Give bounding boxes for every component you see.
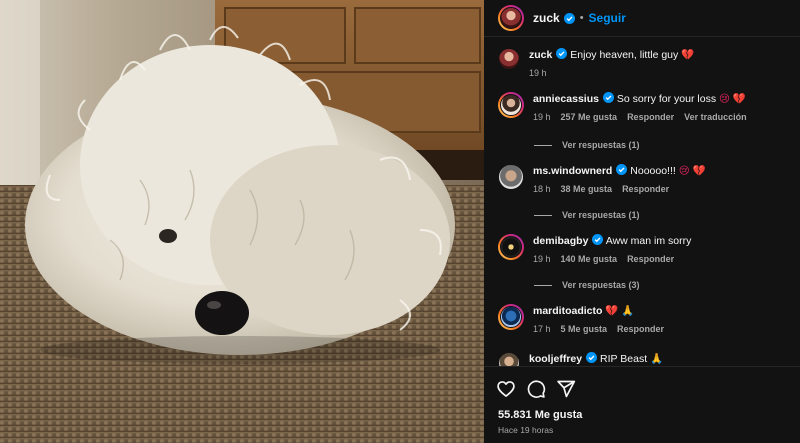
- post-photo[interactable]: [0, 0, 484, 443]
- comment-emoji: 💔 🙏: [605, 305, 635, 317]
- caption-row: zuck Enjoy heaven, little guy 💔 19 h: [498, 48, 794, 78]
- caption-emoji: 💔: [681, 49, 695, 61]
- comment-time: 19 h: [533, 254, 551, 264]
- view-replies-button[interactable]: Ver respuestas (1): [534, 210, 640, 220]
- comment-time: 17 h: [533, 324, 551, 334]
- side-panel: zuck • Seguir zuck Enjoy heaven, little …: [484, 0, 800, 443]
- verified-badge-icon: [616, 164, 628, 175]
- avatar[interactable]: [498, 164, 524, 190]
- comment-username[interactable]: ms.windownerd: [533, 165, 612, 177]
- comment-username[interactable]: kooljeffrey: [529, 353, 582, 365]
- comment-text: RIP Beast: [600, 353, 648, 365]
- reply-button[interactable]: Responder: [627, 254, 674, 264]
- author-username[interactable]: zuck: [533, 11, 560, 25]
- comment-emoji: 😢 💔: [719, 93, 746, 105]
- view-replies-label: Ver respuestas (1): [562, 140, 640, 150]
- separator: •: [579, 12, 584, 24]
- reply-button[interactable]: Responder: [617, 324, 664, 334]
- comment-username[interactable]: marditoadicto: [533, 305, 602, 317]
- verified-badge-icon: [602, 92, 614, 103]
- heart-icon[interactable]: [496, 379, 516, 399]
- view-replies-label: Ver respuestas (1): [562, 210, 640, 220]
- caption-text: Enjoy heaven, little guy: [570, 49, 679, 61]
- reply-button[interactable]: Responder: [622, 184, 669, 194]
- comment-time: 19 h: [533, 112, 551, 122]
- comment-likes[interactable]: 5 Me gusta: [561, 324, 608, 334]
- replies-dash: [534, 214, 552, 216]
- comment-icon[interactable]: [526, 379, 546, 399]
- comment-row: marditoadicto 💔 🙏 17 h 5 Me gusta Respon…: [498, 304, 794, 334]
- post-footer: 55.831 Me gusta Hace 19 horas: [484, 366, 800, 443]
- caption-time: 19 h: [529, 68, 547, 78]
- view-replies-label: Ver respuestas (3): [562, 280, 640, 290]
- comment-row: demibagby Aww man im sorry 19 h 140 Me g…: [498, 234, 794, 264]
- verified-badge-icon: [563, 12, 575, 24]
- post-time[interactable]: Hace 19 horas: [498, 425, 553, 435]
- author-avatar[interactable]: [498, 5, 524, 31]
- caption-username[interactable]: zuck: [529, 49, 552, 61]
- replies-dash: [534, 284, 552, 286]
- comment-likes[interactable]: 38 Me gusta: [561, 184, 613, 194]
- post-header: zuck • Seguir: [484, 0, 800, 36]
- header-divider: [484, 36, 800, 37]
- comments-list[interactable]: zuck Enjoy heaven, little guy 💔 19 h ann…: [484, 38, 800, 368]
- comment-time: 18 h: [533, 184, 551, 194]
- action-bar: [496, 379, 576, 399]
- verified-badge-icon: [592, 234, 604, 245]
- comment-text: So sorry for your loss: [616, 93, 717, 105]
- total-likes[interactable]: 55.831 Me gusta: [498, 409, 582, 421]
- dog-photo-illustration: [0, 0, 484, 443]
- comment-row: anniecassius So sorry for your loss 😢 💔 …: [498, 92, 794, 122]
- view-replies-button[interactable]: Ver respuestas (1): [534, 140, 640, 150]
- comment-emoji: 😢 💔: [678, 165, 706, 177]
- comment-username[interactable]: anniecassius: [533, 93, 599, 105]
- instagram-post: zuck • Seguir zuck Enjoy heaven, little …: [0, 0, 800, 443]
- comment-text: Nooooo!!!: [630, 165, 676, 177]
- view-replies-button[interactable]: Ver respuestas (3): [534, 280, 640, 290]
- avatar[interactable]: [498, 48, 520, 70]
- comment-text: Aww man im sorry: [605, 235, 692, 247]
- comment-likes[interactable]: 257 Me gusta: [561, 112, 618, 122]
- avatar[interactable]: [498, 92, 524, 118]
- translate-button[interactable]: Ver traducción: [684, 112, 747, 122]
- avatar[interactable]: [498, 234, 524, 260]
- avatar[interactable]: [498, 304, 524, 330]
- comment-row: ms.windownerd Nooooo!!! 😢 💔 18 h 38 Me g…: [498, 164, 794, 194]
- comment-emoji: 🙏: [650, 353, 664, 365]
- follow-button[interactable]: Seguir: [589, 11, 626, 25]
- verified-badge-icon: [586, 352, 598, 363]
- reply-button[interactable]: Responder: [627, 112, 674, 122]
- comment-likes[interactable]: 140 Me gusta: [561, 254, 618, 264]
- comment-username[interactable]: demibagby: [533, 235, 588, 247]
- replies-dash: [534, 144, 552, 146]
- share-icon[interactable]: [556, 379, 576, 399]
- verified-badge-icon: [556, 48, 568, 59]
